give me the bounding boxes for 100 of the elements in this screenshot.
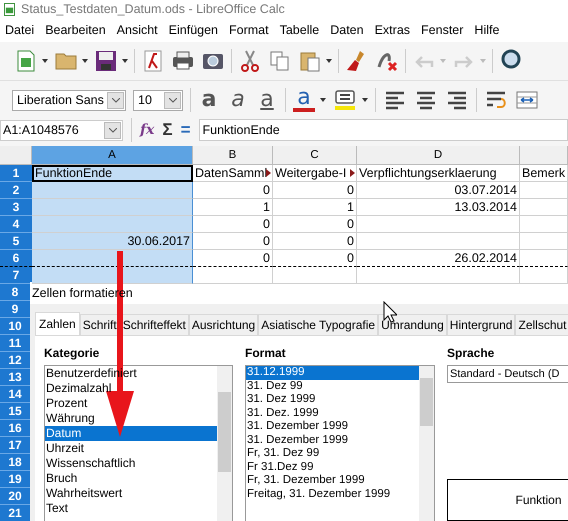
format-label: Format [245, 346, 287, 360]
menu-item[interactable]: Datei [5, 23, 34, 37]
table-cell: FunktionEnde [32, 165, 193, 182]
scissors-icon[interactable] [238, 49, 262, 73]
row-header[interactable]: 16 [0, 420, 30, 437]
row-header[interactable]: 3 [0, 199, 32, 216]
row-header[interactable]: 1 [0, 165, 32, 182]
name-box[interactable]: A1:A1048576 [0, 120, 123, 140]
highlight-color-icon[interactable] [333, 88, 357, 112]
column-header[interactable]: B [193, 146, 273, 165]
window-title: Status_Testdaten_Datum.ods - LibreOffice Calc [21, 2, 285, 16]
row-header[interactable]: 10 [0, 318, 30, 335]
row-header[interactable]: 11 [0, 335, 30, 352]
row-header[interactable]: 8 [0, 284, 30, 301]
caret-icon[interactable] [362, 98, 368, 102]
row-header[interactable]: 18 [0, 454, 30, 471]
dialog-tab[interactable]: Ausrichtung [188, 314, 258, 335]
date-format-option[interactable]: 31.12.1999 [246, 366, 419, 380]
format-list[interactable]: 31.12.1999 31. Dez 99 31. Dez 1999 31. Dez. 1999 31. Dezember 1999 31. Dezember 1999 Fr, 31. Dez 99 Fr 31.Dez 99 Fr, 31. Dezember 1999 Freitag, 31. Dezember 1999 [245, 365, 435, 521]
italic-button[interactable]: a [227, 88, 249, 112]
row-header[interactable]: 21 [0, 505, 30, 521]
dialog-tab[interactable]: Zellschut [515, 314, 568, 335]
category-option[interactable]: Wissenschaftlich [45, 456, 217, 471]
formula-input-field[interactable]: FunktionEnde [198, 119, 568, 141]
menu-item[interactable]: Format [229, 23, 269, 37]
category-option[interactable]: Wahrheitswert [45, 486, 217, 501]
date-format-option[interactable]: Fr, 31. Dez 99 [246, 447, 419, 460]
chevron-down-icon [168, 98, 176, 102]
row-header[interactable]: 13 [0, 369, 30, 386]
dialog-tab[interactable]: Schrift [80, 314, 120, 335]
menu-item[interactable]: Tabelle [280, 23, 320, 37]
function-wizard-button[interactable]: fx [140, 122, 154, 138]
row-header[interactable]: 7 [0, 267, 32, 284]
date-format-option[interactable]: 31. Dez. 1999 [246, 406, 419, 420]
row-header[interactable]: 9 [0, 301, 30, 318]
column-header[interactable]: A [32, 146, 193, 165]
row-header[interactable]: 17 [0, 437, 30, 454]
category-option[interactable]: Dezimalzahl [45, 381, 217, 396]
dropdown-button[interactable] [107, 92, 124, 108]
font-size-dropdown[interactable]: 10 [133, 90, 183, 110]
underline-button[interactable]: a [256, 88, 278, 112]
dropdown-button[interactable] [104, 122, 121, 138]
caret-icon[interactable] [122, 59, 128, 63]
row-header[interactable]: 20 [0, 488, 30, 505]
category-option[interactable]: Währung [45, 411, 217, 426]
menu-item[interactable]: Bearbeiten [45, 23, 106, 37]
category-option[interactable]: Text [45, 501, 217, 516]
date-format-option[interactable]: 31. Dez 1999 [246, 393, 419, 406]
category-label: Kategorie [44, 346, 100, 360]
date-format-option[interactable]: 31. Dezember 1999 [246, 420, 419, 434]
row-header[interactable]: 19 [0, 471, 30, 488]
row-header[interactable]: 2 [0, 182, 32, 199]
row-header[interactable]: 14 [0, 386, 30, 403]
table-cell: 0 [193, 182, 273, 199]
bold-button[interactable]: a [198, 88, 220, 112]
language-dropdown[interactable]: Standard - Deutsch (D [447, 365, 568, 383]
row-header[interactable]: 4 [0, 216, 32, 233]
font-name-dropdown[interactable]: Liberation Sans [12, 90, 126, 110]
table-cell: 0 [273, 250, 357, 267]
date-format-option[interactable]: 31. Dezember 1999 [246, 434, 419, 447]
menu-item[interactable]: Einfügen [168, 23, 218, 37]
category-option[interactable]: Uhrzeit [45, 441, 217, 456]
date-format-option[interactable]: Freitag, 31. Dezember 1999 [246, 488, 419, 501]
caret-icon[interactable] [320, 98, 326, 102]
date-format-option[interactable]: Fr, 31. Dezember 1999 [246, 474, 419, 488]
sum-button[interactable]: Σ [162, 120, 173, 140]
dialog-tab[interactable]: Zahlen [35, 312, 80, 335]
dialog-tab[interactable]: Hintergrund [446, 314, 516, 335]
menu-item[interactable]: Fenster [421, 23, 464, 37]
scrollbar[interactable] [419, 366, 434, 521]
menu-item[interactable]: Hilfe [474, 23, 500, 37]
column-header[interactable]: C [273, 146, 357, 165]
font-color-button[interactable]: a [293, 88, 315, 112]
menu-item[interactable]: Ansicht [116, 23, 158, 37]
category-option[interactable]: Prozent [45, 396, 217, 411]
preview-text: Funktion [515, 493, 562, 507]
category-option[interactable]: Datum [45, 426, 217, 441]
row-header[interactable]: 12 [0, 352, 30, 369]
row-header[interactable]: 6 [0, 250, 32, 267]
scrollbar[interactable] [217, 366, 232, 521]
row-header[interactable]: 5 [0, 233, 32, 250]
table-cell: 13.03.2014 [357, 199, 520, 216]
column-header[interactable]: D [357, 146, 520, 165]
date-format-option[interactable]: 31. Dez 99 [246, 380, 419, 393]
table-cell: 03.07.2014 [357, 182, 520, 199]
date-format-option[interactable]: Fr 31.Dez 99 [246, 460, 419, 474]
caret-icon[interactable] [42, 59, 48, 63]
dialog-tab[interactable]: Asiatische Typografie [258, 314, 378, 335]
chevron-down-icon [108, 128, 116, 132]
menu-item[interactable]: Daten [330, 23, 364, 37]
menu-item[interactable]: Extras [374, 23, 410, 37]
table-cell: Verpflichtungserklaerung [357, 165, 520, 182]
caret-icon[interactable] [82, 59, 88, 63]
category-option[interactable]: Bruch [45, 471, 217, 486]
table-cell: 1 [273, 199, 357, 216]
dialog-tab[interactable]: Umrandung [378, 314, 447, 335]
caret-icon[interactable] [326, 59, 332, 63]
dropdown-button[interactable] [164, 92, 181, 108]
formula-button[interactable]: = [180, 120, 191, 140]
row-header[interactable]: 15 [0, 403, 30, 420]
